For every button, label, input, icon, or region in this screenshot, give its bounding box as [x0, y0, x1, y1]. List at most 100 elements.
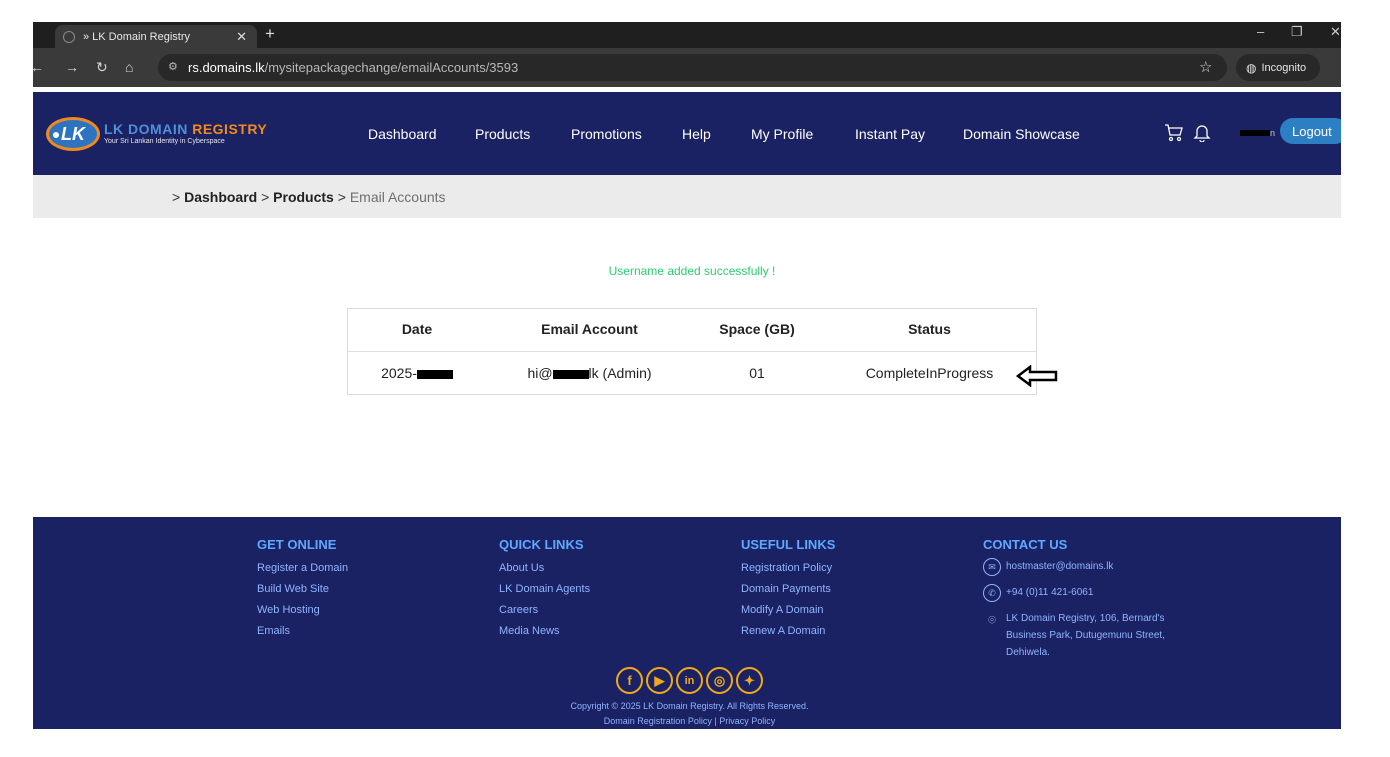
- breadcrumb-products[interactable]: Products: [273, 189, 334, 205]
- twitter-icon[interactable]: ✦: [736, 667, 763, 694]
- footer-useful-links: USEFUL LINKS Registration Policy Domain …: [741, 537, 835, 642]
- minimize-icon[interactable]: –: [1257, 24, 1264, 39]
- back-icon[interactable]: ←: [33, 59, 44, 75]
- new-tab-button[interactable]: +: [265, 24, 275, 44]
- nav-promotions[interactable]: Promotions: [571, 126, 642, 142]
- youtube-icon[interactable]: ▶: [646, 667, 673, 694]
- footer-get-online: GET ONLINE Register a Domain Build Web S…: [257, 537, 348, 642]
- col-status: Status: [822, 308, 1037, 352]
- email-accounts-table: Date Email Account Space (GB) Status 202…: [347, 308, 1037, 394]
- email-prefix: hi@: [527, 364, 553, 381]
- forward-icon[interactable]: →: [65, 59, 79, 75]
- footer-link[interactable]: Build Web Site: [257, 579, 348, 600]
- nav-help[interactable]: Help: [682, 126, 711, 142]
- social-links: f ▶ in ◎ ✦: [616, 667, 763, 694]
- bookmark-star-icon[interactable]: ☆: [1199, 58, 1212, 76]
- home-icon[interactable]: ⌂: [125, 59, 133, 75]
- footer-link[interactable]: Web Hosting: [257, 600, 348, 621]
- instagram-icon[interactable]: ◎: [706, 667, 733, 694]
- user-name-tail: n: [1270, 128, 1276, 138]
- nav-dashboard[interactable]: Dashboard: [368, 126, 437, 142]
- email-suffix: lk (Admin): [588, 364, 652, 381]
- breadcrumb-dashboard[interactable]: Dashboard: [184, 189, 257, 205]
- menu-icon[interactable]: ⋮: [1335, 58, 1341, 75]
- footer-link[interactable]: LK Domain Agents: [499, 579, 590, 600]
- maximize-icon[interactable]: ❐: [1291, 24, 1303, 40]
- contact-address-text: LK Domain Registry, 106, Bernard's Busin…: [1006, 613, 1165, 658]
- policy-links: Domain Registration Policy | Privacy Pol…: [33, 714, 1341, 729]
- policy-separator: |: [714, 716, 717, 726]
- nav-my-profile[interactable]: My Profile: [751, 126, 813, 142]
- url-domain: rs.domains.lk: [188, 60, 265, 75]
- footer-link[interactable]: Registration Policy: [741, 558, 835, 579]
- logo-text: LK DOMAIN REGISTRY Your Sri Lankan Ident…: [104, 122, 267, 146]
- logo-word-registry: REGISTRY: [192, 121, 268, 137]
- incognito-icon: ◍: [1246, 60, 1257, 75]
- mail-icon: ✉: [983, 558, 1001, 576]
- address-bar-row: ← → ↻ ⌂ ⚙ rs.domains.lk/mysitepackagecha…: [33, 48, 1341, 87]
- reload-icon[interactable]: ↻: [96, 59, 108, 76]
- cell-email: hi@ lk (Admin): [487, 351, 692, 394]
- table-row: 2025- hi@ lk (Admin) 01 CompleteInProgres…: [347, 351, 1037, 394]
- footer-quick-links: QUICK LINKS About Us LK Domain Agents Ca…: [499, 537, 590, 642]
- nav-domain-showcase[interactable]: Domain Showcase: [963, 126, 1080, 142]
- url-field[interactable]: ⚙ rs.domains.lk/mysitepackagechange/emai…: [158, 54, 1227, 81]
- footer-heading: CONTACT US: [983, 537, 1068, 552]
- logo-word-lk: LK DOMAIN: [104, 121, 188, 137]
- date-redacted: [416, 369, 453, 379]
- url-path: /mysitepackagechange/emailAccounts/3593: [264, 60, 519, 75]
- site-footer: GET ONLINE Register a Domain Build Web S…: [33, 517, 1341, 729]
- globe-icon: [63, 30, 75, 43]
- contact-email[interactable]: ✉ hostmaster@domains.lk: [983, 558, 1193, 576]
- footer-heading: GET ONLINE: [257, 537, 337, 552]
- footer-link[interactable]: Emails: [257, 621, 348, 642]
- table-header-row: Date Email Account Space (GB) Status: [347, 308, 1037, 352]
- cell-space: 01: [749, 364, 765, 381]
- close-icon[interactable]: ✕: [236, 29, 247, 45]
- domain-registration-policy-link[interactable]: Domain Registration Policy: [604, 716, 712, 726]
- col-space: Space (GB): [692, 308, 822, 352]
- cell-status: CompleteInProgress: [865, 364, 994, 381]
- facebook-icon[interactable]: f: [616, 667, 643, 694]
- footer-heading: QUICK LINKS: [499, 537, 584, 552]
- nav-products[interactable]: Products: [475, 126, 530, 142]
- footer-heading: USEFUL LINKS: [741, 537, 836, 552]
- browser-window: ⌄ » LK Domain Registry ✕ + – ❐ ✕ ← → ↻ ⌂…: [33, 22, 1341, 729]
- email-redacted: [552, 369, 589, 379]
- contact-phone-text: +94 (0)11 421-6061: [1006, 587, 1094, 598]
- logout-button[interactable]: Logout: [1280, 118, 1341, 144]
- contact-phone[interactable]: ✆ +94 (0)11 421-6061: [983, 584, 1193, 602]
- cell-date: 2025-: [347, 351, 487, 394]
- footer-link[interactable]: Register a Domain: [257, 558, 348, 579]
- incognito-label: Incognito: [1261, 61, 1307, 74]
- breadcrumb-sep: >: [261, 189, 270, 205]
- site-info-icon[interactable]: ⚙: [168, 60, 178, 73]
- footer-link[interactable]: Media News: [499, 621, 590, 642]
- location-pin-icon: ⌾: [988, 611, 996, 627]
- cart-icon[interactable]: [1164, 122, 1184, 142]
- window-close-icon[interactable]: ✕: [1330, 24, 1341, 40]
- privacy-policy-link[interactable]: Privacy Policy: [719, 716, 775, 726]
- lk-domain-logo[interactable]: LK LK DOMAIN REGISTRY Your Sri Lankan Id…: [46, 117, 267, 151]
- col-date: Date: [347, 308, 487, 352]
- footer-link[interactable]: About Us: [499, 558, 590, 579]
- tab-title: » LK Domain Registry: [83, 30, 190, 43]
- browser-tab[interactable]: » LK Domain Registry ✕: [55, 25, 257, 48]
- footer-link[interactable]: Renew A Domain: [741, 621, 835, 642]
- success-message: Username added successfully !: [608, 264, 776, 278]
- logo-badge: LK: [46, 117, 100, 151]
- footer-link[interactable]: Careers: [499, 600, 590, 621]
- bell-icon[interactable]: [1192, 122, 1212, 142]
- footer-link[interactable]: Modify A Domain: [741, 600, 835, 621]
- user-name-redacted: [1240, 130, 1270, 136]
- incognito-indicator[interactable]: ◍ Incognito: [1236, 54, 1320, 81]
- contact-email-text: hostmaster@domains.lk: [1006, 561, 1114, 572]
- footer-link[interactable]: Domain Payments: [741, 579, 835, 600]
- col-email-account: Email Account: [487, 308, 692, 352]
- breadcrumb-sep: >: [172, 189, 181, 205]
- linkedin-icon[interactable]: in: [676, 667, 703, 694]
- nav-instant-pay[interactable]: Instant Pay: [855, 126, 925, 142]
- breadcrumb: > Dashboard > Products > Email Accounts: [172, 189, 446, 205]
- tab-strip: ⌄ » LK Domain Registry ✕ + – ❐ ✕: [33, 22, 1341, 48]
- footer-contact: CONTACT US ✉ hostmaster@domains.lk ✆ +94…: [983, 537, 1193, 669]
